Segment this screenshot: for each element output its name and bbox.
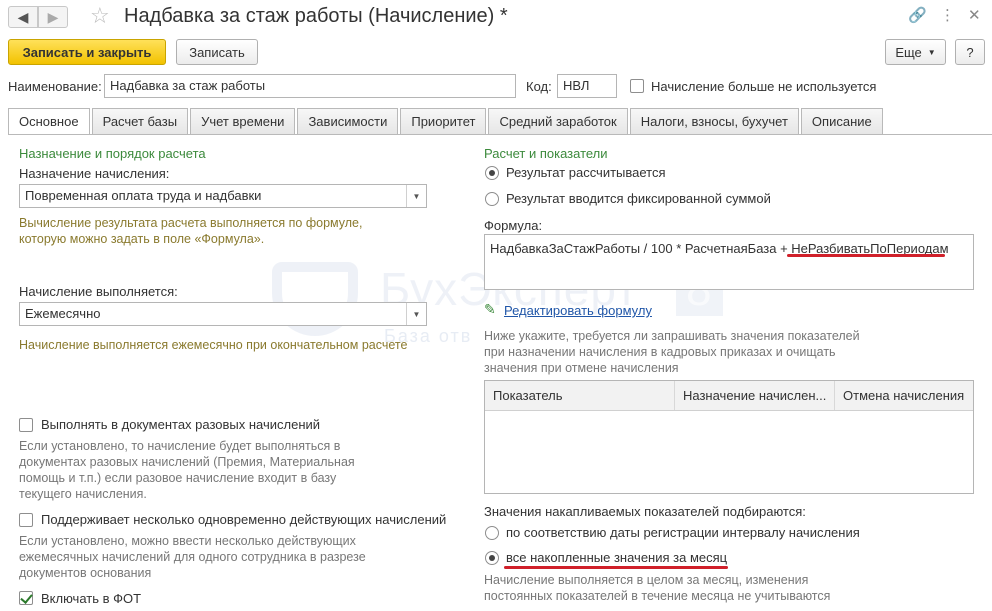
left-section-title: Назначение и порядок расчета <box>19 146 206 161</box>
result-calc-label: Результат рассчитывается <box>506 165 666 180</box>
chevron-down-icon[interactable]: ▼ <box>406 185 426 207</box>
result-fixed-label: Результат вводится фиксированной суммой <box>506 191 771 206</box>
pencil-icon[interactable]: ✎ <box>484 301 496 318</box>
accum-underline-mark <box>504 566 728 569</box>
accum-note-1: Начисление выполняется в целом за месяц,… <box>484 573 809 587</box>
help-button[interactable]: ? <box>955 39 985 65</box>
purpose-select-value: Повременная оплата труда и надбавки <box>25 188 262 203</box>
link-icon[interactable]: 🔗 <box>908 6 927 24</box>
formula-input[interactable]: НадбавкаЗаСтажРаботы / 100 * РасчетнаяБа… <box>484 234 974 290</box>
exec-select-value: Ежемесячно <box>25 306 101 321</box>
indicators-table[interactable]: Показатель Назначение начислен... Отмена… <box>484 380 974 494</box>
tab-average-earnings[interactable]: Средний заработок <box>488 108 628 134</box>
multi-checkbox[interactable] <box>19 513 33 527</box>
name-label: Наименование: <box>8 79 102 94</box>
indicators-note-1: Ниже укажите, требуется ли запрашивать з… <box>484 329 860 343</box>
more-button[interactable]: Еще ▼ <box>885 39 946 65</box>
result-fixed-radio[interactable] <box>485 192 499 206</box>
purpose-select[interactable]: Повременная оплата труда и надбавки ▼ <box>19 184 427 208</box>
save-and-close-button[interactable]: Записать и закрыть <box>8 39 166 65</box>
indicators-note-2: при назначении начисления в кадровых при… <box>484 345 836 359</box>
star-icon[interactable]: ☆ <box>90 4 110 28</box>
tab-bar: Основное Расчет базы Учет времени Зависи… <box>8 108 885 135</box>
result-calc-radio[interactable] <box>485 166 499 180</box>
accum-opt-2-label: все накопленные значения за месяц <box>506 550 728 565</box>
save-button[interactable]: Записать <box>176 39 258 65</box>
page-title: Надбавка за стаж работы (Начисление) * <box>124 5 508 27</box>
accum-opt-1-radio[interactable] <box>485 526 499 540</box>
name-input[interactable]: Надбавка за стаж работы <box>104 74 516 98</box>
unused-checkbox[interactable] <box>630 79 644 93</box>
purpose-hint-1: Вычисление результата расчета выполняетс… <box>19 216 363 230</box>
tab-priority[interactable]: Приоритет <box>400 108 487 134</box>
one-time-note-1: Если установлено, то начисление будет вы… <box>19 439 341 453</box>
accum-opt-1-label: по соответствию даты регистрации интерва… <box>506 525 860 540</box>
tab-divider <box>8 134 992 135</box>
accum-note-2: постоянных показателей в течение месяца … <box>484 589 831 603</box>
code-input[interactable]: НВЛ <box>557 74 617 98</box>
exec-select[interactable]: Ежемесячно ▼ <box>19 302 427 326</box>
multi-note-1: Если установлено, можно ввести несколько… <box>19 534 356 548</box>
fot-checkbox[interactable] <box>19 591 33 605</box>
one-time-label: Выполнять в документах разовых начислени… <box>41 417 321 432</box>
one-time-note-3: помощь и т.п.) если разовое начисление в… <box>19 471 337 485</box>
edit-formula-link[interactable]: Редактировать формулу <box>504 303 652 318</box>
accum-label: Значения накапливаемых показателей подби… <box>484 504 806 519</box>
tab-dependencies[interactable]: Зависимости <box>297 108 399 134</box>
indicators-note-3: значения при отмене начисления <box>484 361 679 375</box>
tab-taxes[interactable]: Налоги, взносы, бухучет <box>629 108 799 134</box>
more-button-label: Еще <box>895 44 922 60</box>
code-label: Код: <box>526 79 552 94</box>
one-time-note-4: текущего начисления. <box>19 487 147 501</box>
tab-description[interactable]: Описание <box>800 108 883 134</box>
close-icon[interactable]: ✕ <box>968 6 981 24</box>
purpose-hint-2: которую можно задать в поле «Формула». <box>19 232 265 246</box>
purpose-label: Назначение начисления: <box>19 166 170 181</box>
more-vertical-icon[interactable]: ⋮ <box>940 6 955 24</box>
one-time-note-2: документах разовых начислений (Премия, М… <box>19 455 355 469</box>
multi-label: Поддерживает несколько одновременно дейс… <box>41 512 447 527</box>
accum-opt-2-radio[interactable] <box>485 551 499 565</box>
column-header-cancel[interactable]: Отмена начисления <box>835 381 973 410</box>
formula-main: НадбавкаЗаСтажРаботы / 100 * РасчетнаяБа… <box>490 241 792 256</box>
column-header-assign[interactable]: Назначение начислен... <box>675 381 835 410</box>
chevron-down-icon: ▼ <box>927 47 936 57</box>
arrow-left-icon: ◀ <box>17 8 29 25</box>
formula-underline-mark <box>787 254 945 257</box>
unused-label: Начисление больше не используется <box>651 79 877 94</box>
tab-base-calc[interactable]: Расчет базы <box>91 108 189 134</box>
formula-label: Формула: <box>484 218 543 233</box>
arrow-right-icon: ▶ <box>47 8 59 25</box>
right-section-title: Расчет и показатели <box>484 146 608 161</box>
back-button[interactable]: ◀ <box>8 6 38 28</box>
tab-time-accounting[interactable]: Учет времени <box>190 108 296 134</box>
column-header-indicator[interactable]: Показатель <box>485 381 675 410</box>
multi-note-3: документов основания <box>19 566 152 580</box>
tab-main[interactable]: Основное <box>8 108 90 135</box>
chevron-down-icon[interactable]: ▼ <box>406 303 426 325</box>
exec-label: Начисление выполняется: <box>19 284 178 299</box>
multi-note-2: ежемесячных начислений для одного сотруд… <box>19 550 366 564</box>
fot-label: Включать в ФОТ <box>41 591 142 606</box>
indicators-table-header: Показатель Назначение начислен... Отмена… <box>485 381 973 411</box>
exec-hint: Начисление выполняется ежемесячно при ок… <box>19 338 408 352</box>
one-time-checkbox[interactable] <box>19 418 33 432</box>
forward-button[interactable]: ▶ <box>38 6 68 28</box>
